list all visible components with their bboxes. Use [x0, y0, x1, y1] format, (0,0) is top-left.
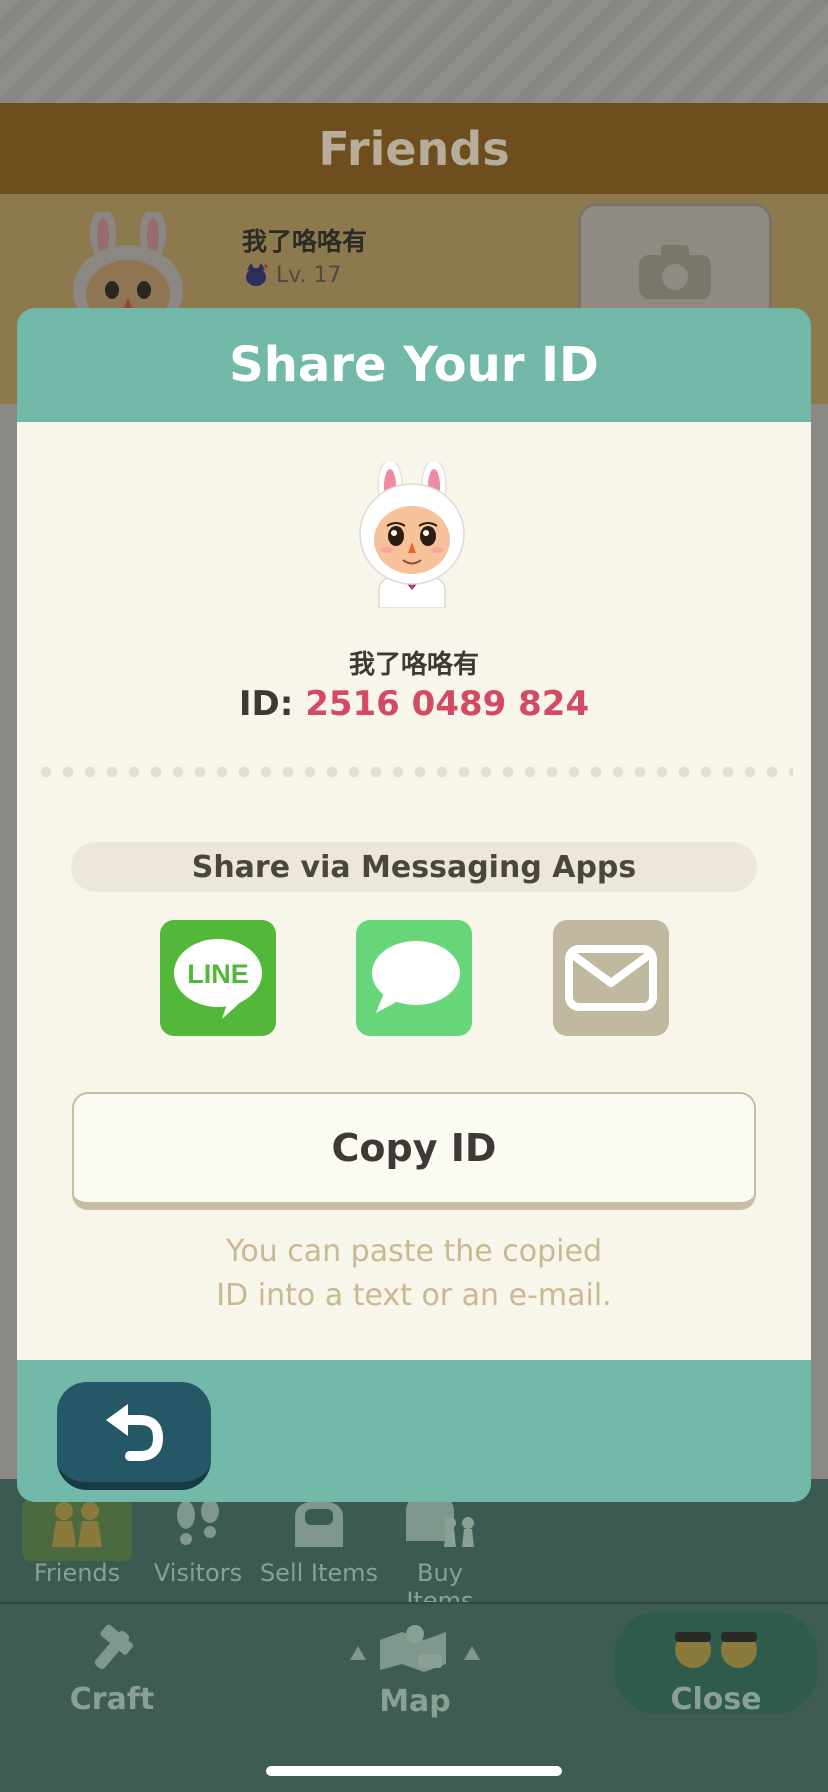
map-button[interactable]: Map: [340, 1620, 490, 1719]
close-button[interactable]: Close: [654, 1626, 778, 1717]
player-id-label: ID:: [238, 684, 294, 724]
map-icon: [350, 1625, 480, 1672]
craft-label: Craft: [69, 1682, 155, 1717]
copy-id-button[interactable]: Copy ID: [72, 1092, 756, 1210]
friends-header: Friends: [0, 103, 828, 194]
copy-hint-line2: ID into a text or an e-mail.: [216, 1278, 612, 1313]
share-message-button[interactable]: [356, 920, 472, 1036]
tab-sell-items-label: Sell Items: [259, 1559, 379, 1587]
player-id-value: 2516 0489 824: [305, 684, 590, 724]
copy-hint: You can paste the copied ID into a text …: [17, 1230, 811, 1318]
modal-title: Share Your ID: [229, 337, 599, 393]
mail-envelope-icon: [565, 945, 657, 1011]
footprints-icon: [177, 1499, 219, 1545]
tab-sell-items[interactable]: Sell Items: [259, 1497, 379, 1587]
player-name: 我了咯咯有: [348, 650, 479, 680]
tab-visitors-label: Visitors: [153, 1559, 243, 1587]
line-icon: LINE: [174, 939, 262, 1019]
share-via-label: Share via Messaging Apps: [71, 842, 757, 892]
cat-icon: [246, 263, 268, 286]
background-pattern: [0, 0, 828, 103]
close-label: Close: [670, 1682, 762, 1717]
friend-name: 我了咯咯有: [242, 227, 368, 256]
friends-header-title: Friends: [318, 121, 510, 176]
back-arrow-icon: [106, 1404, 164, 1461]
friend-level-text: Lv. 17: [276, 262, 342, 288]
modal-body: 我了咯咯有 ID: 2516 0489 824 Share via Messag…: [17, 422, 811, 1360]
message-bubble-icon: [372, 941, 460, 1013]
tab-visitors[interactable]: Visitors: [138, 1497, 258, 1587]
copy-hint-line1: You can paste the copied: [226, 1234, 602, 1269]
share-mail-button[interactable]: [553, 920, 669, 1036]
villagers-icon: [675, 1632, 757, 1668]
tab-friends-label: Friends: [33, 1559, 121, 1587]
friend-avatar: [73, 212, 183, 322]
hammer-icon: [94, 1624, 134, 1670]
sell-box-icon: [295, 1501, 343, 1547]
share-line-button[interactable]: LINE: [160, 920, 276, 1036]
tab-friends[interactable]: Friends: [17, 1497, 137, 1587]
dotted-divider: [35, 766, 793, 778]
player-avatar: [359, 462, 465, 608]
home-indicator: [266, 1766, 562, 1776]
player-id: ID: 2516 0489 824: [17, 684, 811, 724]
camera-icon: [639, 245, 711, 299]
craft-button[interactable]: Craft: [52, 1624, 172, 1717]
map-label: Map: [379, 1684, 451, 1719]
line-icon-text: LINE: [187, 959, 249, 989]
back-button[interactable]: [57, 1382, 211, 1490]
friend-level: Lv. 17: [244, 262, 342, 288]
friends-icon: [52, 1502, 102, 1547]
share-id-modal: Share Your ID 我了咯咯有 ID: 2516 0489 824 Sh…: [17, 308, 811, 1502]
tab-buy-items[interactable]: Buy Items: [380, 1495, 500, 1615]
